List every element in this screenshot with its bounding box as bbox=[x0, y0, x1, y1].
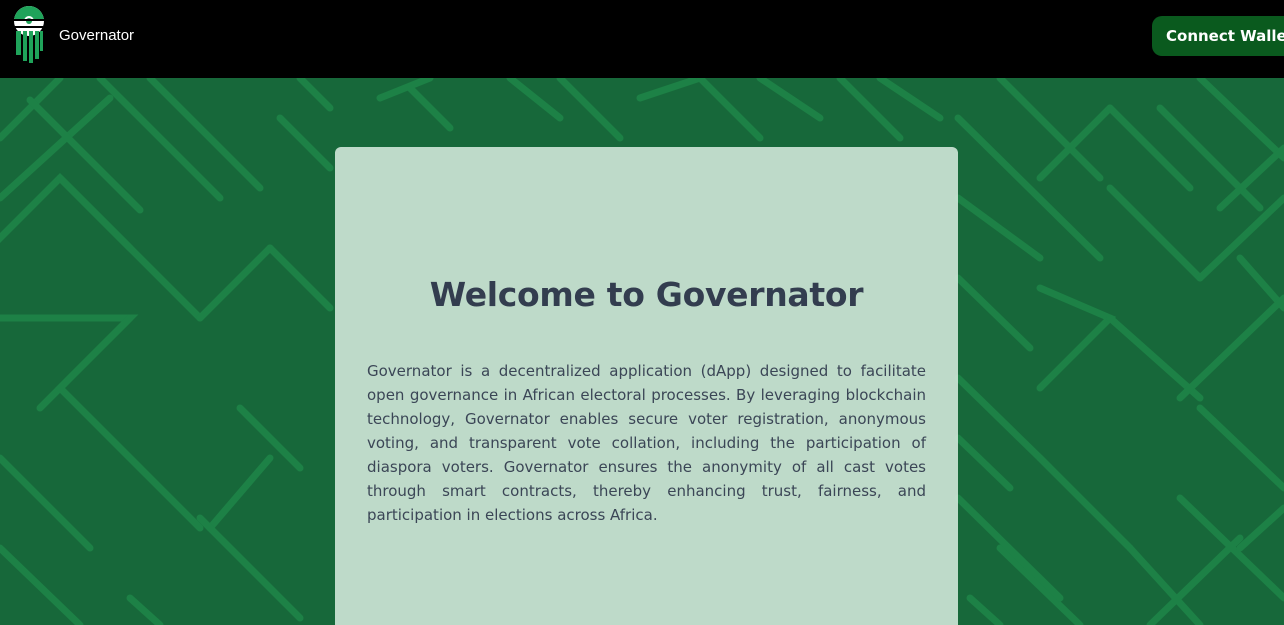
welcome-title: Welcome to Governator bbox=[429, 275, 864, 314]
brand-name: Governator bbox=[59, 27, 135, 44]
welcome-description: Governator is a decentralized applicatio… bbox=[367, 362, 926, 524]
welcome-card: Welcome to Governator Governator is a de… bbox=[335, 147, 958, 625]
governator-logo-icon[interactable] bbox=[12, 5, 46, 65]
navbar: Governator Connect Wallet bbox=[0, 0, 1284, 78]
connect-wallet-button[interactable]: Connect Wallet bbox=[1152, 16, 1284, 56]
